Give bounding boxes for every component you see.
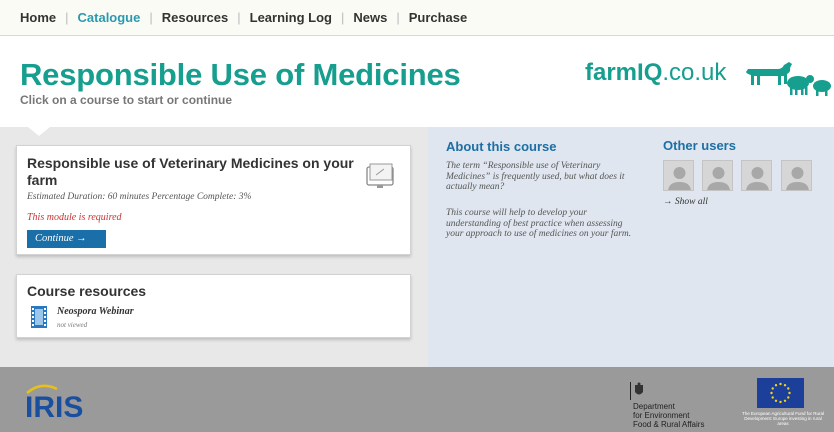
info-column: About this course The term “Responsible … — [428, 127, 834, 367]
monitor-icon — [366, 163, 394, 188]
avatar[interactable] — [663, 160, 694, 191]
eu-star — [774, 384, 778, 387]
resource-name[interactable]: Neospora Webinar — [57, 306, 134, 317]
resources-title: Course resources — [27, 283, 147, 299]
avatar[interactable] — [702, 160, 733, 191]
user-icon — [746, 167, 769, 190]
eu-star — [770, 391, 773, 395]
page-header: Responsible Use of Medicines Click on a … — [0, 37, 834, 127]
resource-status: not viewed — [57, 321, 88, 329]
page-subtitle: Click on a course to start or continue — [20, 93, 233, 107]
course-column: Responsible use of Veterinary Medicines … — [0, 127, 428, 367]
nav-separator: | — [149, 10, 153, 25]
required-notice: This module is required — [27, 212, 122, 223]
eu-star — [783, 384, 787, 387]
about-paragraph-2: This course will help to develop your un… — [446, 208, 632, 239]
about-title: About this course — [446, 139, 557, 154]
top-nav: Home | Catalogue | Resources | Learning … — [0, 0, 834, 36]
main-area: Responsible use of Veterinary Medicines … — [0, 127, 834, 367]
defra-line: Food & Rural Affairs — [633, 420, 705, 429]
user-icon — [668, 167, 691, 190]
eu-star — [779, 382, 782, 386]
nav-learning-log[interactable]: Learning Log — [250, 10, 332, 25]
page-title: Responsible Use of Medicines — [20, 57, 461, 92]
eu-caption: The European Agricultural Fund for Rural… — [741, 411, 825, 426]
nav-separator: | — [237, 10, 241, 25]
nav-resources[interactable]: Resources — [162, 10, 228, 25]
eu-star — [774, 399, 778, 402]
eu-star — [783, 399, 787, 402]
user-icon — [786, 167, 809, 190]
show-all-link[interactable]: → Show all — [663, 197, 708, 207]
eu-star — [787, 387, 790, 390]
nav-purchase[interactable]: Purchase — [409, 10, 468, 25]
header-notch — [28, 127, 50, 136]
eu-star — [771, 387, 774, 390]
user-icon — [707, 167, 730, 190]
livestock-icon — [746, 62, 831, 96]
defra-logo[interactable]: Department for Environment Food & Rural … — [633, 402, 704, 429]
nav-separator: | — [65, 10, 69, 25]
nav-separator: | — [396, 10, 400, 25]
iris-text: IRIS — [25, 391, 83, 423]
avatar[interactable] — [781, 160, 812, 191]
nav-news[interactable]: News — [353, 10, 387, 25]
eu-star — [788, 391, 791, 395]
film-icon[interactable] — [31, 306, 47, 328]
nav-separator: | — [340, 10, 345, 25]
resources-card: Course resources Neospora Webinar not vi… — [16, 274, 411, 338]
defra-line: for Environment — [633, 411, 690, 420]
farmiq-logo[interactable]: farmIQ.co.uk — [585, 59, 726, 87]
continue-button[interactable]: Continue → — [27, 230, 106, 248]
defra-line: Department — [633, 402, 675, 411]
eu-star — [787, 396, 790, 399]
brand-rest: .co.uk — [662, 59, 727, 86]
eu-star — [779, 400, 782, 404]
course-meta: Estimated Duration: 60 minutes Percentag… — [27, 192, 252, 202]
eu-flag-icon[interactable] — [757, 378, 804, 408]
avatar[interactable] — [741, 160, 772, 191]
iris-logo[interactable]: IRIS — [25, 379, 97, 423]
brand-bold: farmIQ — [585, 59, 663, 86]
about-paragraph-1: The term “Responsible use of Veterinary … — [446, 161, 625, 192]
other-users-title: Other users — [663, 138, 736, 153]
footer: IRIS Department for Environment Food & R… — [0, 367, 834, 432]
course-card[interactable]: Responsible use of Veterinary Medicines … — [16, 145, 411, 255]
course-title[interactable]: Responsible use of Veterinary Medicines … — [27, 155, 357, 189]
crest-icon — [630, 382, 643, 400]
nav-home[interactable]: Home — [20, 10, 56, 25]
nav-catalogue[interactable]: Catalogue — [78, 10, 141, 25]
eu-star — [771, 396, 774, 399]
